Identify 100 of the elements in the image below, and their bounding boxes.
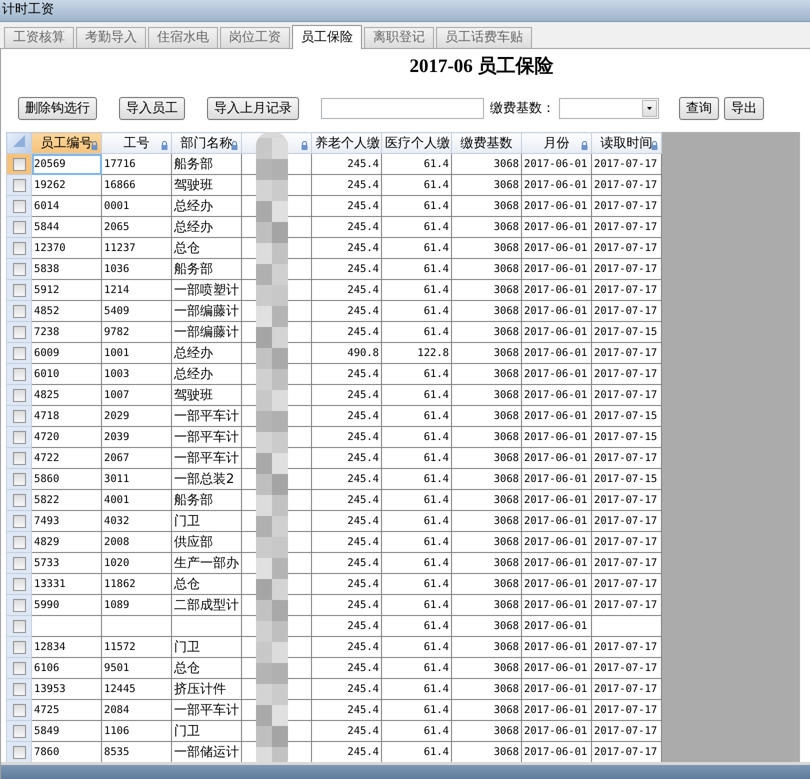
row-checkbox[interactable] [12,556,26,570]
column-header[interactable]: 员工编号 [32,132,102,154]
table-cell: 11862 [102,574,172,594]
tab[interactable]: 住宿水电 [148,27,218,48]
table-cell: 61.4 [382,678,452,700]
table-cell: 245.4 [312,174,382,196]
row-checkbox[interactable] [12,452,26,464]
table-cell: 2017-06-01 [522,174,592,196]
row-checkbox[interactable] [12,220,26,234]
table-cell: 245.4 [312,280,382,300]
table-cell: 19262 [32,174,102,196]
table-cell: 61.4 [382,720,452,742]
row-checkbox[interactable] [12,388,26,402]
row-checkbox[interactable] [12,724,26,738]
table-cell: 3068 [452,700,522,720]
row-checkbox[interactable] [12,598,26,612]
tab[interactable]: 岗位工资 [220,27,290,48]
table-cell: 2017-06-01 [522,426,592,448]
row-checkbox[interactable] [12,368,26,380]
row-checkbox[interactable] [12,326,26,338]
row-checkbox[interactable] [12,262,26,276]
column-header[interactable]: 读取时间 [592,132,662,154]
table-cell: 3068 [452,426,522,448]
row-checkbox[interactable] [12,346,26,360]
column-header[interactable]: 工号 [102,132,172,154]
toolbar-button[interactable]: 导出 [724,96,764,120]
row-checkbox[interactable] [12,304,26,318]
table-cell: 驾驶班 [172,384,242,406]
row-checkbox[interactable] [12,430,26,444]
column-header[interactable]: 养老个人缴 [312,132,382,154]
toolbar-button[interactable]: 导入上月记录 [207,96,299,120]
input-field[interactable] [321,98,484,118]
table-cell: 2017-06-01 [522,616,592,636]
row-checkbox[interactable] [12,514,26,528]
row-checkbox[interactable] [12,746,26,758]
row-checkbox[interactable] [12,662,26,674]
row-checkbox[interactable] [12,242,26,254]
table-cell: 3068 [452,574,522,594]
table-cell: 一部编藤计 [172,300,242,322]
table-cell: 6106 [32,658,102,678]
table-cell: 总经办 [172,196,242,216]
select-all-icon[interactable] [13,135,25,147]
table-cell: 2084 [102,700,172,720]
row-checkbox[interactable] [12,536,26,548]
table-cell: 3068 [452,468,522,490]
table-cell: 一部编藤计 [172,322,242,342]
table-cell: 一部总装2 [172,468,242,490]
tab[interactable]: 离职登记 [364,27,434,48]
table-cell: 总经办 [172,342,242,364]
table-cell: 3068 [452,406,522,426]
table-cell: 61.4 [382,364,452,384]
row-checkbox[interactable] [12,410,26,422]
table-cell: 2017-06-01 [522,406,592,426]
table-cell: 1003 [102,364,172,384]
tab[interactable]: 工资核算 [4,27,74,48]
table-cell: 3068 [452,280,522,300]
row-checkbox[interactable] [12,640,26,654]
dropdown[interactable] [559,98,659,118]
table-cell: 5849 [32,720,102,742]
table-cell: 20569 [32,154,102,174]
table-cell: 122.8 [382,342,452,364]
column-header[interactable]: 部门名称 [172,132,242,154]
table-cell: 7493 [32,510,102,532]
table-cell: 2008 [102,532,172,552]
table-cell: 2017-06-01 [522,238,592,258]
row-checkbox[interactable] [12,704,26,716]
row-checkbox[interactable] [12,578,26,590]
column-header[interactable]: 医疗个人缴 [382,132,452,154]
table-cell: 61.4 [382,406,452,426]
column-header[interactable]: 缴费基数 [452,132,522,154]
table-cell: 供应部 [172,532,242,552]
table-cell: 61.4 [382,510,452,532]
table-cell: 245.4 [312,426,382,448]
row-checkbox[interactable] [12,178,26,192]
toolbar-button[interactable]: 查询 [679,96,719,120]
row-checkbox[interactable] [12,620,26,632]
table-cell: 4001 [102,490,172,510]
row-checkbox[interactable] [12,200,26,212]
toolbar-button[interactable]: 删除钩选行 [18,96,97,120]
toolbar-button[interactable]: 导入员工 [119,96,185,120]
table-cell: 1007 [102,384,172,406]
table-cell: 245.4 [312,510,382,532]
row-checkbox[interactable] [12,158,26,170]
table-cell: 一部平车计 [172,700,242,720]
column-header[interactable]: 月份 [522,132,592,154]
tab[interactable]: 考勤导入 [76,27,146,48]
tab[interactable]: 员工保险 [292,25,362,49]
row-checkbox[interactable] [12,472,26,486]
table-cell: 61.4 [382,238,452,258]
table-cell: 13953 [32,678,102,700]
table-cell: 门卫 [172,720,242,742]
row-checkbox[interactable] [12,494,26,506]
table-cell: 1214 [102,280,172,300]
row-checkbox[interactable] [12,682,26,696]
window-title: 计时工资 [1,1,54,19]
table-cell: 245.4 [312,258,382,280]
tab[interactable]: 员工话费车贴 [436,27,532,48]
row-checkbox[interactable] [12,284,26,296]
table-cell: 2017-06-01 [522,594,592,616]
table-cell: 12370 [32,238,102,258]
